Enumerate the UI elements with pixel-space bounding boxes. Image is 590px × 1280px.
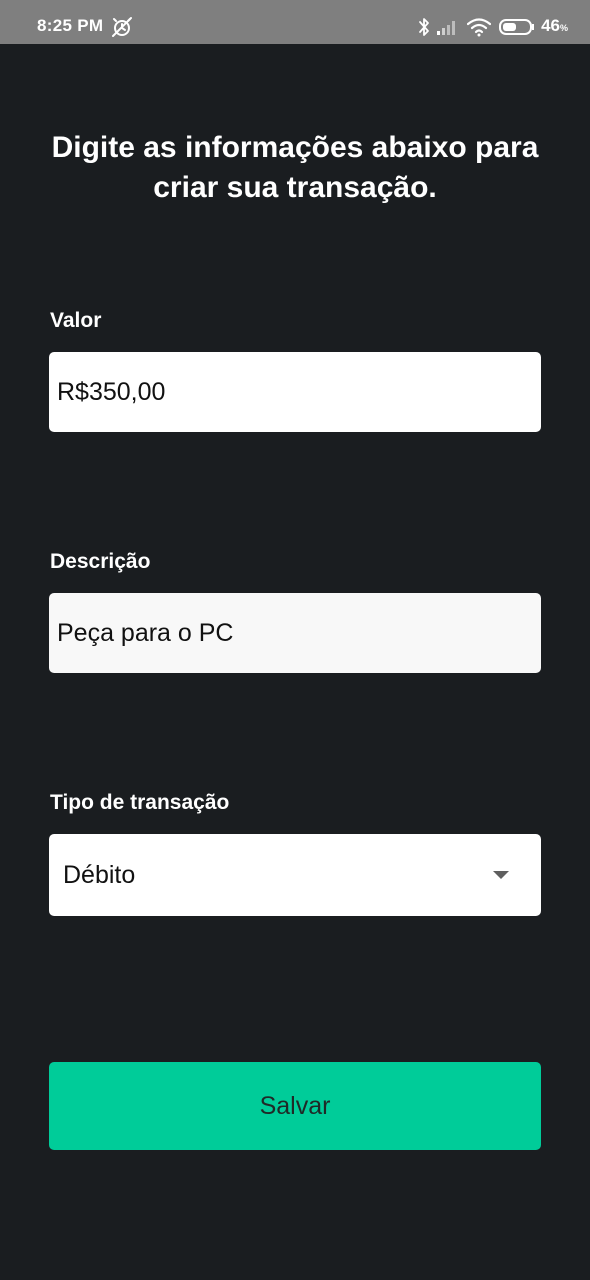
alarm-off-icon [111, 16, 133, 38]
save-button[interactable]: Salvar [49, 1062, 541, 1150]
descricao-label: Descrição [50, 550, 151, 573]
valor-label: Valor [50, 309, 102, 332]
valor-input[interactable]: R$350,00 [49, 352, 541, 432]
descricao-input-value: Peça para o PC [57, 619, 234, 647]
tipo-transacao-select[interactable]: Débito [49, 834, 541, 916]
chevron-down-icon[interactable] [493, 871, 509, 879]
valor-input-value: R$350,00 [57, 378, 166, 406]
tipo-transacao-selected: Débito [63, 861, 136, 889]
tipo-transacao-label: Tipo de transação [50, 791, 230, 814]
battery-icon [499, 18, 535, 36]
status-icons: 46% [417, 14, 568, 40]
wifi-icon [467, 17, 492, 37]
page-title: Digite as informações abaixo para criar … [51, 131, 539, 204]
bluetooth-icon [417, 16, 431, 38]
signal-icon [437, 18, 459, 36]
battery-percentage: 46% [541, 16, 568, 35]
status-bar: 8:25 PM 46% [0, 0, 590, 44]
transaction-screen: 8:25 PM 46% Digite as informações abaixo… [0, 0, 590, 1280]
descricao-input[interactable]: Peça para o PC [49, 593, 541, 673]
status-time: 8:25 PM [37, 16, 104, 35]
